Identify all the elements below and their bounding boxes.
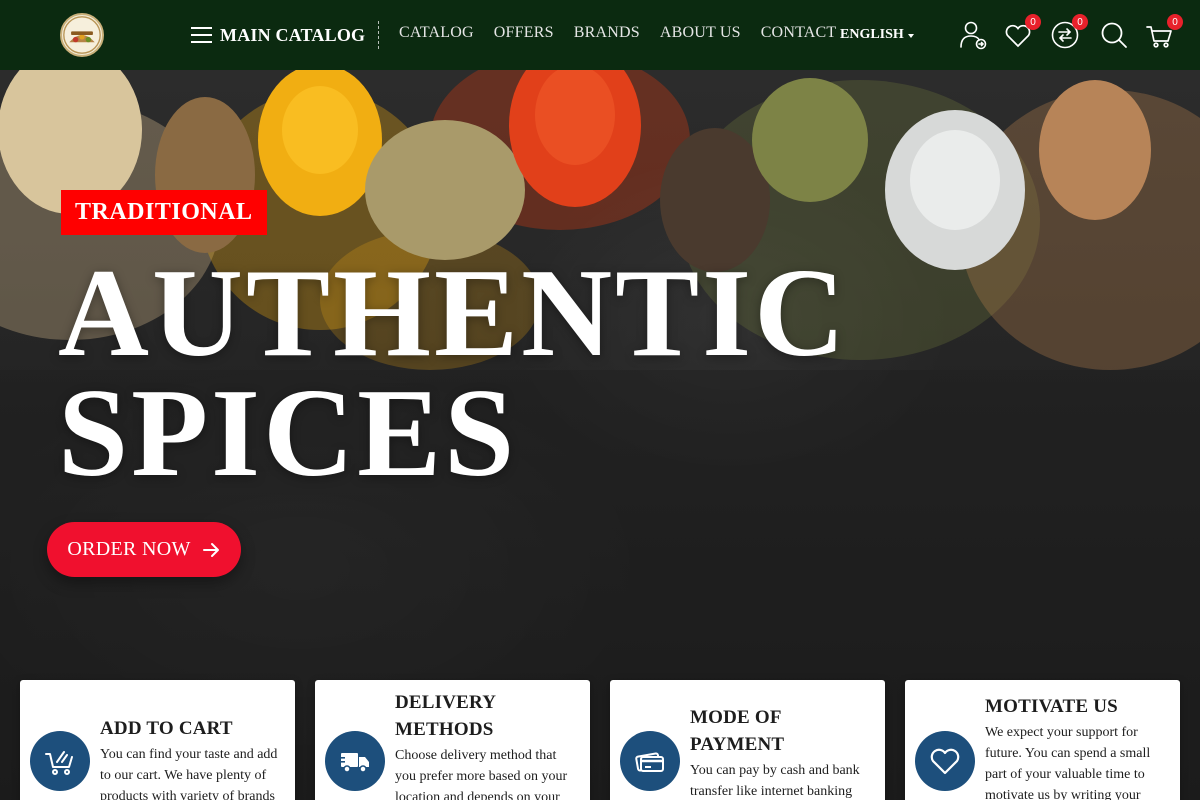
order-now-label: ORDER NOW — [67, 538, 191, 560]
payment-card-icon — [620, 731, 680, 791]
wishlist-count-badge: 0 — [1025, 14, 1041, 30]
feature-text: Choose delivery method that you prefer m… — [395, 748, 568, 800]
heart-icon — [915, 731, 975, 791]
feature-card-body: MOTIVATE US We expect your support for f… — [985, 693, 1170, 800]
nav-divider — [378, 21, 379, 49]
hero-title: AUTHENTIC SPICES — [58, 244, 849, 503]
cart-icon[interactable]: 0 — [1145, 14, 1183, 50]
main-catalog-menu-button[interactable]: MAIN CATALOG — [191, 22, 365, 48]
hero-title-line-2: SPICES — [58, 364, 518, 503]
delivery-truck-icon — [325, 731, 385, 791]
feature-text: You can pay by cash and bank transfer li… — [690, 763, 860, 799]
nav-link-about-us[interactable]: ABOUT US — [660, 24, 741, 42]
nav-link-catalog[interactable]: CATALOG — [399, 24, 474, 42]
search-icon[interactable] — [1099, 20, 1129, 50]
feature-card-body: DELIVERY METHODS Choose delivery method … — [395, 689, 580, 800]
feature-title: MODE OF PAYMENT — [690, 707, 785, 755]
nav-link-offers[interactable]: OFFERS — [494, 24, 554, 42]
language-selector[interactable]: ENGLISH — [840, 27, 914, 43]
language-label: ENGLISH — [840, 27, 904, 42]
traditional-tag-badge: TRADITIONAL — [61, 190, 267, 235]
spice-brand-logo[interactable] — [60, 13, 104, 57]
feature-title: MOTIVATE US — [985, 696, 1118, 717]
feature-card-motivate-us: MOTIVATE US We expect your support for f… — [905, 680, 1180, 800]
feature-card-body: MODE OF PAYMENT You can pay by cash and … — [690, 704, 875, 800]
main-catalog-label: MAIN CATALOG — [220, 24, 366, 45]
caret-down-icon — [907, 34, 914, 38]
feature-card-add-to-cart: ADD TO CART You can find your taste and … — [20, 680, 295, 800]
nav-link-brands[interactable]: BRANDS — [574, 24, 640, 42]
hero-title-line-1: AUTHENTIC — [58, 244, 849, 383]
compare-count-badge: 0 — [1072, 14, 1088, 30]
nav-link-contact[interactable]: CONTACT — [761, 24, 837, 42]
feature-text: You can find your taste and add to our c… — [100, 747, 278, 800]
feature-cards: ADD TO CART You can find your taste and … — [0, 680, 1200, 800]
cart-count-badge: 0 — [1167, 14, 1183, 30]
wishlist-heart-icon[interactable]: 0 — [1003, 14, 1041, 50]
feature-title: ADD TO CART — [100, 718, 233, 739]
compare-arrows-icon[interactable]: 0 — [1050, 14, 1088, 50]
feature-card-mode-of-payment: MODE OF PAYMENT You can pay by cash and … — [610, 680, 885, 800]
user-account-icon[interactable] — [958, 20, 988, 50]
feature-card-delivery-methods: DELIVERY METHODS Choose delivery method … — [315, 680, 590, 800]
arrow-right-icon — [202, 542, 219, 557]
cart-icon — [30, 731, 90, 791]
main-nav: CATALOG OFFERS BRANDS ABOUT US CONTACT — [399, 24, 836, 42]
feature-title: DELIVERY METHODS — [395, 692, 496, 740]
order-now-button[interactable]: ORDER NOW — [47, 522, 241, 577]
feature-text: We expect your support for future. You c… — [985, 725, 1151, 800]
hamburger-menu-icon — [191, 27, 212, 43]
feature-card-body: ADD TO CART You can find your taste and … — [100, 715, 285, 800]
top-navigation-bar: MAIN CATALOG CATALOG OFFERS BRANDS ABOUT… — [0, 0, 1200, 70]
